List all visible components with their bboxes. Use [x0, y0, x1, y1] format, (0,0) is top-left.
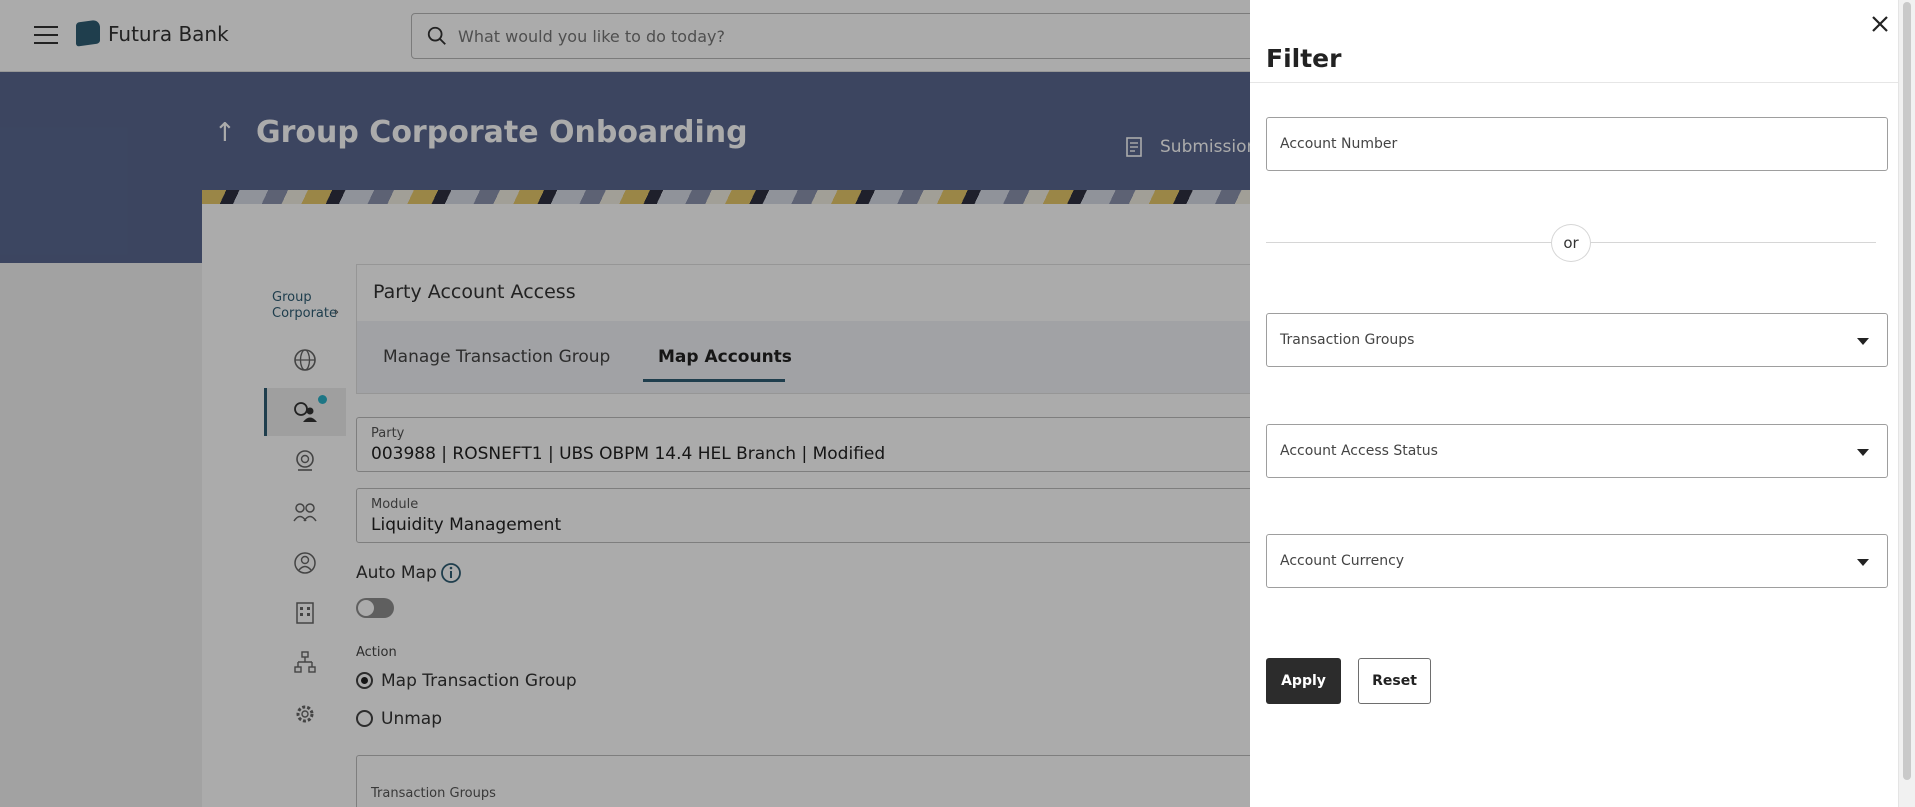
panel-divider: [1250, 82, 1898, 83]
caret-down-icon: [1857, 559, 1869, 566]
or-divider: or: [1551, 224, 1591, 262]
caret-down-icon: [1857, 449, 1869, 456]
scrollbar-thumb[interactable]: [1903, 2, 1911, 780]
account-number-placeholder: Account Number: [1280, 136, 1398, 152]
apply-button[interactable]: Apply: [1266, 658, 1341, 704]
reset-button[interactable]: Reset: [1358, 658, 1431, 704]
account-access-status-select[interactable]: Account Access Status: [1266, 424, 1888, 478]
account-number-input[interactable]: Account Number: [1266, 117, 1888, 171]
panel-scrollbar[interactable]: [1898, 0, 1915, 807]
caret-down-icon: [1857, 338, 1869, 345]
or-text: or: [1563, 234, 1579, 252]
close-icon[interactable]: [1868, 12, 1892, 36]
transaction-groups-select[interactable]: Transaction Groups: [1266, 313, 1888, 367]
account-access-status-placeholder: Account Access Status: [1280, 443, 1438, 459]
filter-title: Filter: [1266, 44, 1342, 73]
transaction-groups-placeholder: Transaction Groups: [1280, 332, 1415, 348]
account-currency-placeholder: Account Currency: [1280, 553, 1405, 569]
account-currency-select[interactable]: Account Currency: [1266, 534, 1888, 588]
